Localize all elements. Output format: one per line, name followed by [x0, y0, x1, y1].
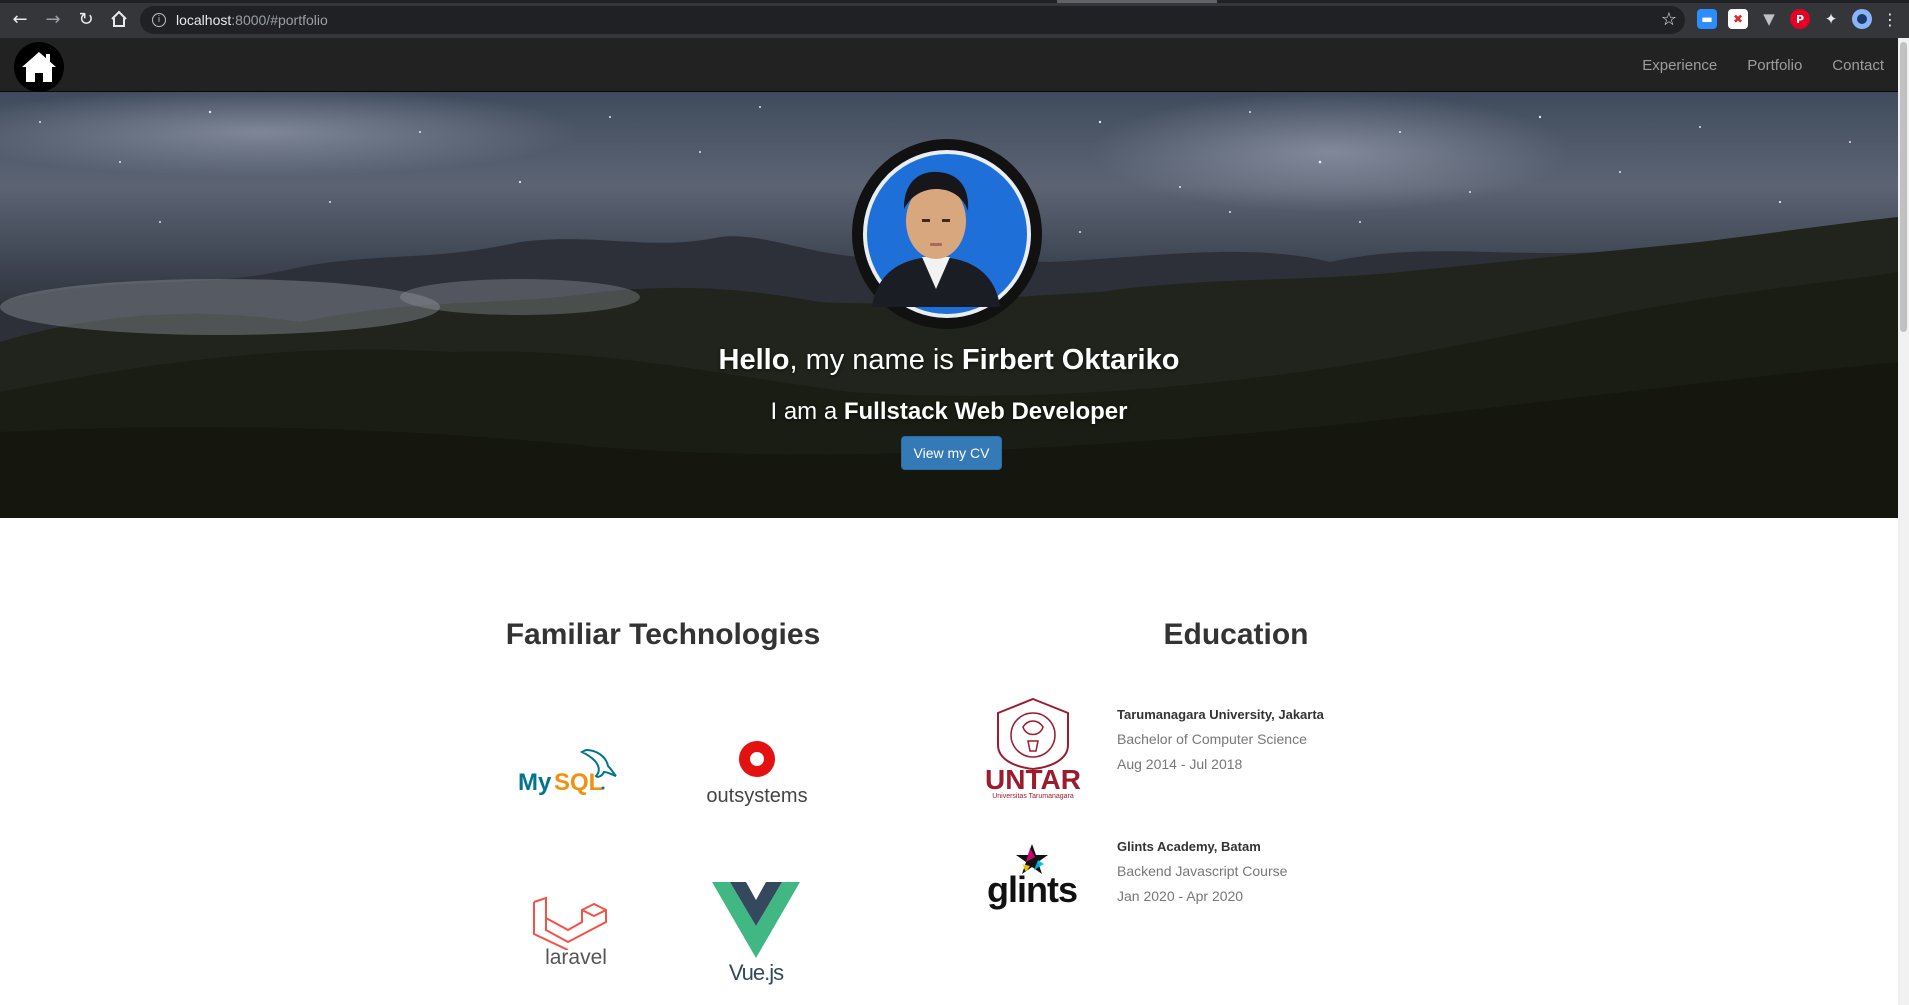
home-button-icon[interactable]: [106, 6, 132, 32]
reload-icon[interactable]: ↻: [73, 6, 99, 32]
technologies-title: Familiar Technologies: [505, 618, 821, 651]
glints-wordmark: glints: [987, 869, 1078, 910]
browser-window: ← → ↻ i localhost:8000/#portfolio ☆ ▬ ✖ …: [0, 0, 1909, 1005]
hero-banner: Hello, my name is Firbert Oktariko I am …: [0, 92, 1898, 518]
browser-menu-icon[interactable]: ⋮: [1882, 9, 1898, 29]
mysql-text-my: My: [518, 769, 552, 796]
outsystems-logo: outsystems: [702, 735, 812, 807]
view-cv-button[interactable]: View my CV: [901, 436, 1002, 470]
education-entry-glints: Glints Academy, Batam Backend Javascript…: [1117, 834, 1287, 909]
nav-link-experience[interactable]: Experience: [1642, 57, 1717, 74]
program-name: Backend Javascript Course: [1117, 863, 1288, 879]
profile-photo: [863, 150, 1031, 318]
nav-link-contact[interactable]: Contact: [1832, 57, 1884, 74]
hero-greeting: Hello, my name is Firbert Oktariko: [718, 344, 1180, 376]
address-bar[interactable]: i localhost:8000/#portfolio ☆: [140, 6, 1685, 34]
hero-role: I am a Fullstack Web Developer: [770, 398, 1128, 425]
url-text: localhost:8000/#portfolio: [176, 12, 328, 28]
site-navbar: Experience Portfolio Contact: [0, 38, 1898, 92]
close-extension-icon[interactable]: ✖: [1728, 9, 1748, 29]
active-tab-indicator: [1057, 0, 1217, 3]
mysql-logo: My SQL: [516, 742, 636, 802]
study-period: Aug 2014 - Jul 2018: [1117, 756, 1243, 772]
zoom-extension-icon[interactable]: ▬: [1697, 9, 1717, 29]
untar-logo: UNTAR Universitas Tarumanagara: [978, 697, 1088, 801]
school-name: Tarumanagara University, Jakarta: [1117, 707, 1324, 722]
bookmark-star-icon[interactable]: ☆: [1661, 9, 1677, 30]
extensions-puzzle-icon[interactable]: ✦: [1821, 9, 1841, 29]
scrollbar-thumb[interactable]: [1900, 42, 1907, 332]
untar-subtitle: Universitas Tarumanagara: [992, 793, 1074, 800]
browser-toolbar: ← → ↻ i localhost:8000/#portfolio ☆ ▬ ✖ …: [0, 0, 1909, 38]
forward-icon[interactable]: →: [40, 6, 66, 32]
outsystems-label: outsystems: [706, 785, 808, 807]
pinterest-icon[interactable]: P: [1790, 9, 1810, 29]
profile-avatar-icon[interactable]: [1852, 9, 1872, 29]
nav-links: Experience Portfolio Contact: [1612, 38, 1884, 92]
vue-devtools-icon[interactable]: ▼: [1759, 9, 1779, 29]
nav-link-portfolio[interactable]: Portfolio: [1747, 57, 1802, 74]
page-scrollbar[interactable]: [1898, 38, 1909, 1005]
profile-avatar: [852, 139, 1042, 329]
back-icon[interactable]: ←: [7, 6, 33, 32]
svg-text:SQL: SQL: [554, 769, 603, 796]
study-period: Jan 2020 - Apr 2020: [1117, 888, 1244, 904]
vuejs-logo: Vue.js: [708, 880, 804, 990]
glints-logo: glints: [982, 842, 1082, 914]
school-name: Glints Academy, Batam: [1117, 839, 1261, 854]
vuejs-label: Vue.js: [728, 960, 784, 985]
education-entry-untar: Tarumanagara University, Jakarta Bachelo…: [1117, 702, 1324, 777]
untar-wordmark: UNTAR: [985, 764, 1081, 795]
program-name: Bachelor of Computer Science: [1117, 731, 1307, 747]
laravel-logo: laravel: [528, 896, 624, 972]
laravel-label: laravel: [545, 946, 607, 969]
hero-name: Firbert Oktariko: [961, 344, 1180, 376]
site-info-icon[interactable]: i: [152, 13, 166, 27]
education-title: Education: [1163, 618, 1309, 651]
home-icon[interactable]: [14, 42, 64, 92]
